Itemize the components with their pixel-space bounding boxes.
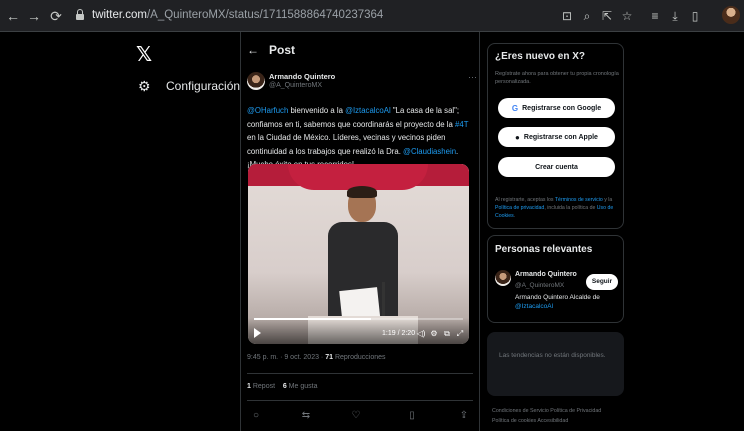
post-actions: ○ ⇆ ♡ ▯ ⇪ bbox=[247, 409, 473, 423]
back-arrow-icon[interactable]: ← bbox=[247, 43, 259, 57]
create-account-button[interactable]: Crear cuenta bbox=[498, 157, 615, 177]
footer-links: Condiciones de Servicio Política de Priv… bbox=[492, 406, 620, 426]
sidepanel-icon[interactable]: ▯ bbox=[688, 8, 702, 24]
person-name[interactable]: Armando Quintero bbox=[515, 271, 577, 278]
gear-icon: ⚙ bbox=[138, 78, 151, 94]
text-fragment: y la bbox=[602, 197, 613, 203]
author-handle[interactable]: @A_QuinteroMX bbox=[269, 82, 322, 89]
person-bio-link[interactable]: @IztacalcoAl bbox=[515, 303, 553, 310]
inline-link[interactable]: @IztacalcoAl bbox=[345, 106, 391, 115]
share-icon[interactable]: ⇱ bbox=[600, 8, 614, 24]
zoom-icon[interactable]: ⌕ bbox=[580, 8, 594, 24]
post-timestamp: 9:45 p. m. · 9 oct. 2023 · 71 Reproducci… bbox=[247, 354, 386, 361]
person-avatar[interactable] bbox=[495, 270, 511, 286]
video-time: 1:19 / 2:20 bbox=[382, 330, 416, 337]
text-fragment: bienvenido a la bbox=[288, 106, 346, 115]
x-logo-icon[interactable]: 𝕏 bbox=[136, 43, 158, 65]
reposts-stat[interactable]: 1 Repost bbox=[247, 383, 275, 390]
footer-line[interactable]: Política de cookies Accesibilidad bbox=[492, 416, 620, 426]
video-progress-bar[interactable] bbox=[254, 318, 463, 320]
star-icon[interactable]: ☆ bbox=[620, 8, 634, 24]
author-avatar[interactable] bbox=[247, 72, 265, 90]
install-icon[interactable]: ⊡ bbox=[560, 8, 574, 24]
video-player[interactable]: 1:19 / 2:20 ◁) ⚙ ⧉ ⤢ bbox=[248, 164, 469, 344]
views-count: 71 bbox=[325, 354, 334, 361]
google-icon: G bbox=[511, 103, 519, 113]
author-name[interactable]: Armando Quintero bbox=[269, 72, 335, 81]
apple-signup-button[interactable]: ● Registrarse con Apple bbox=[498, 127, 615, 147]
text-fragment: , incluida la política de bbox=[544, 205, 597, 211]
apple-icon: ● bbox=[515, 132, 520, 142]
browser-toolbar: ← → ⟳ twitter.com/A_QuinteroMX/status/17… bbox=[0, 0, 744, 32]
video-progress-fill bbox=[254, 318, 372, 320]
post-stats: 1 Repost 6 Me gusta bbox=[247, 383, 317, 390]
lock-icon[interactable] bbox=[76, 9, 84, 20]
video-settings-icon[interactable]: ⚙ bbox=[429, 329, 439, 339]
trends-panel: Las tendencias no están disponibles. bbox=[487, 332, 624, 396]
repost-icon[interactable]: ⇆ bbox=[299, 409, 313, 423]
text-fragment: Al registrarte, aceptas los bbox=[495, 197, 555, 203]
url-text: twitter.com/A_QuinteroMX/status/17115888… bbox=[92, 9, 384, 21]
page-title: Post bbox=[269, 43, 296, 57]
person-handle[interactable]: @A_QuinteroMX bbox=[515, 282, 564, 289]
relevant-people-card: Personas relevantes Armando Quintero @A_… bbox=[487, 235, 624, 323]
inline-link[interactable]: #4T bbox=[455, 120, 468, 129]
text-fragment: . bbox=[513, 213, 516, 219]
inline-link[interactable]: @Claudiashein bbox=[403, 147, 456, 156]
google-signup-button[interactable]: G Registrarse con Google bbox=[498, 98, 615, 118]
profile-avatar[interactable] bbox=[722, 6, 740, 24]
left-navigation: 𝕏 ⚙ Configuración bbox=[0, 32, 240, 431]
signup-legal-text: Al registrarte, aceptas los Términos de … bbox=[495, 196, 621, 220]
people-title: Personas relevantes bbox=[495, 244, 593, 255]
media-control-icon[interactable]: ≡ bbox=[648, 8, 662, 24]
address-bar[interactable]: twitter.com/A_QuinteroMX/status/17115888… bbox=[72, 5, 572, 27]
volume-icon[interactable]: ◁) bbox=[416, 329, 426, 339]
post-header: ← Post bbox=[241, 32, 479, 68]
share-post-icon[interactable]: ⇪ bbox=[457, 409, 471, 423]
settings-link[interactable]: ⚙ Configuración bbox=[138, 76, 240, 96]
bookmark-icon[interactable]: ▯ bbox=[405, 409, 419, 423]
signup-subtitle: Regístrate ahora para obtener tu propia … bbox=[495, 71, 619, 85]
forward-icon[interactable]: → bbox=[26, 7, 42, 25]
settings-label: Configuración bbox=[166, 79, 241, 93]
back-icon[interactable]: ← bbox=[5, 7, 21, 25]
video-microphone bbox=[382, 282, 385, 318]
reload-icon[interactable]: ⟳ bbox=[48, 7, 64, 25]
divider bbox=[247, 400, 473, 401]
inline-link[interactable]: @OHarfuch bbox=[247, 106, 288, 115]
right-sidebar: ¿Eres nuevo en X? Regístrate ahora para … bbox=[480, 32, 744, 431]
download-icon[interactable]: ⤓ bbox=[668, 8, 682, 24]
more-options-icon[interactable]: ··· bbox=[468, 72, 477, 82]
like-icon[interactable]: ♡ bbox=[349, 409, 363, 423]
post-author: Armando Quintero @A_QuinteroMX ··· bbox=[247, 72, 477, 98]
divider bbox=[247, 373, 473, 374]
trends-message: Las tendencias no están disponibles. bbox=[499, 352, 606, 359]
fullscreen-icon[interactable]: ⤢ bbox=[455, 329, 465, 339]
footer-line[interactable]: Condiciones de Servicio Política de Priv… bbox=[492, 406, 620, 416]
reply-icon[interactable]: ○ bbox=[249, 409, 263, 423]
signup-card: ¿Eres nuevo en X? Regístrate ahora para … bbox=[487, 43, 624, 229]
follow-button[interactable]: Seguir bbox=[586, 274, 618, 290]
pip-icon[interactable]: ⧉ bbox=[442, 329, 452, 339]
signup-title: ¿Eres nuevo en X? bbox=[495, 51, 586, 62]
inline-link[interactable]: Términos de servicio bbox=[555, 197, 603, 203]
inline-link[interactable]: Política de privacidad bbox=[495, 205, 544, 211]
play-icon[interactable] bbox=[253, 327, 263, 339]
person-bio: Armando Quintero Alcalde de @IztacalcoAl bbox=[515, 294, 600, 310]
post-column: ← Post Armando Quintero @A_QuinteroMX ··… bbox=[240, 32, 480, 431]
likes-stat[interactable]: 6 Me gusta bbox=[283, 383, 318, 390]
post-text: @OHarfuch bienvenido a la @IztacalcoAl "… bbox=[247, 104, 473, 172]
